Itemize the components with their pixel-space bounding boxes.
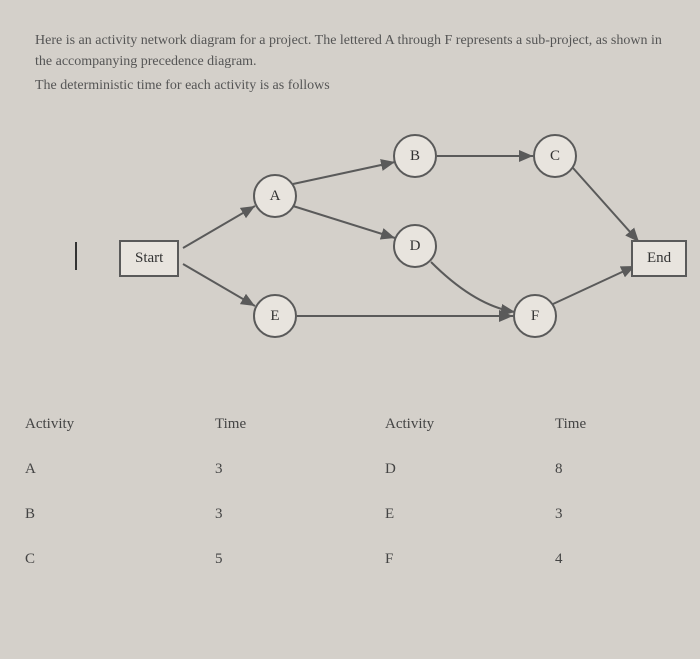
node-d-label: D (410, 238, 421, 255)
table-row: A (25, 461, 215, 478)
intro-text: Here is an activity network diagram for … (35, 30, 675, 96)
node-b: B (393, 134, 437, 178)
activity-time-table: Activity A B C Time 3 3 5 Activity D E F… (25, 416, 675, 596)
table-header-time: Time (215, 416, 385, 433)
node-e: E (253, 294, 297, 338)
node-end: End (631, 240, 687, 277)
table-row: 8 (555, 461, 655, 478)
table-header-activity: Activity (385, 416, 555, 433)
node-start-label: Start (135, 250, 163, 267)
table-row: B (25, 506, 215, 523)
cursor-indicator (75, 242, 77, 270)
table-row: 3 (215, 461, 385, 478)
intro-paragraph-2: The deterministic time for each activity… (35, 75, 675, 96)
network-diagram: Start A B C D E F End (35, 126, 675, 386)
node-e-label: E (270, 308, 279, 325)
table-row: E (385, 506, 555, 523)
table-row: F (385, 551, 555, 568)
node-d: D (393, 224, 437, 268)
node-b-label: B (410, 148, 420, 165)
node-c: C (533, 134, 577, 178)
node-a-label: A (270, 188, 281, 205)
node-c-label: C (550, 148, 560, 165)
table-row: 5 (215, 551, 385, 568)
node-f-label: F (531, 308, 539, 325)
table-row: 4 (555, 551, 655, 568)
intro-paragraph-1: Here is an activity network diagram for … (35, 30, 675, 72)
node-start: Start (119, 240, 179, 277)
table-row: C (25, 551, 215, 568)
node-a: A (253, 174, 297, 218)
table-header-activity: Activity (25, 416, 215, 433)
node-f: F (513, 294, 557, 338)
table-row: 3 (555, 506, 655, 523)
table-header-time: Time (555, 416, 655, 433)
table-row: 3 (215, 506, 385, 523)
table-row: D (385, 461, 555, 478)
node-end-label: End (647, 250, 671, 267)
